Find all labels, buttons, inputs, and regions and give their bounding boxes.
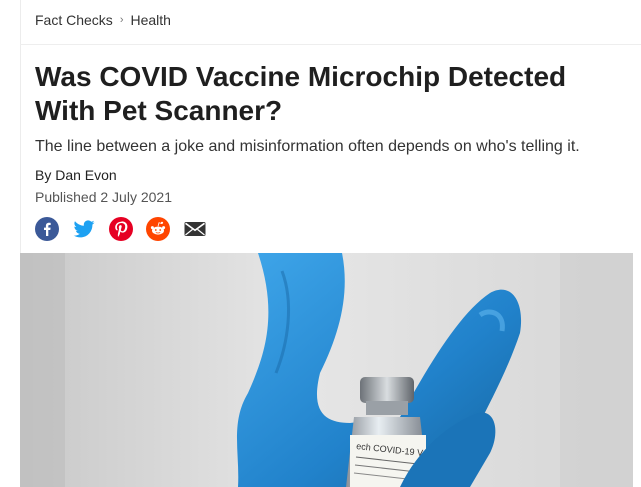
twitter-icon[interactable] [72,217,96,241]
breadcrumb: Fact Checks › Health [35,12,171,28]
publish-date: Published 2 July 2021 [35,189,172,205]
vaccine-vial-photo: ech COVID-19 Vaccine [20,253,633,487]
breadcrumb-fact-checks[interactable]: Fact Checks [35,12,113,28]
hero-image: ech COVID-19 Vaccine [20,253,633,487]
left-gutter [20,0,21,253]
facebook-icon[interactable] [35,217,59,241]
breadcrumb-separator: › [119,14,124,26]
author-byline[interactable]: By Dan Evon [35,167,117,183]
pinterest-icon[interactable] [109,217,133,241]
article-page: Fact Checks › Health Was COVID Vaccine M… [0,0,641,487]
article-title: Was COVID Vaccine Microchip Detected Wit… [35,61,567,126]
share-bar [35,217,207,241]
email-icon[interactable] [183,217,207,241]
article-subtitle: The line between a joke and misinformati… [35,138,580,155]
reddit-icon[interactable] [146,217,170,241]
header-divider [20,44,641,45]
breadcrumb-health[interactable]: Health [130,12,170,28]
